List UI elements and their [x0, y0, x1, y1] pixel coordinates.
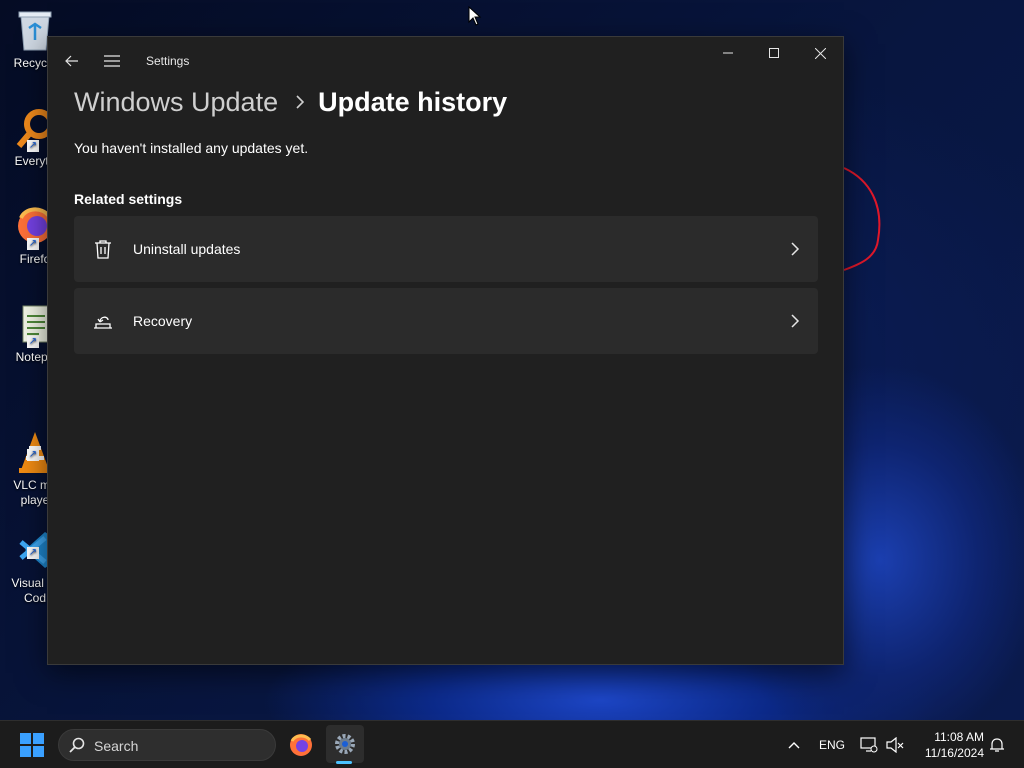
clock-time: 11:08 AM: [934, 730, 984, 744]
search-icon: [69, 737, 85, 753]
language-indicator[interactable]: ENG: [819, 738, 845, 752]
trash-icon: [95, 240, 111, 259]
shortcut-arrow-icon: ↗: [27, 238, 39, 250]
empty-history-message: You haven't installed any updates yet.: [74, 140, 309, 156]
maximize-button[interactable]: [751, 37, 797, 69]
shortcut-arrow-icon: ↗: [27, 547, 39, 559]
desktop-icon-label: Firefo: [19, 252, 51, 266]
uninstall-updates-card[interactable]: Uninstall updates: [74, 216, 818, 282]
shortcut-arrow-icon: ↗: [27, 336, 39, 348]
recovery-label: Recovery: [133, 313, 193, 329]
back-arrow-icon: [65, 55, 78, 67]
back-button[interactable]: [56, 45, 88, 77]
navigation-menu-button[interactable]: [96, 45, 128, 77]
search-placeholder: Search: [94, 738, 139, 754]
show-hidden-icons-button[interactable]: [784, 735, 804, 755]
network-button[interactable]: [858, 734, 880, 756]
bell-icon: [990, 738, 1004, 752]
close-icon: [814, 47, 826, 59]
settings-window: Settings Windows Update Update history Y…: [47, 36, 844, 665]
minimize-button[interactable]: [705, 37, 751, 69]
gear-icon: [335, 734, 355, 754]
minimize-icon: [723, 52, 733, 54]
maximize-icon: [769, 48, 779, 58]
shortcut-arrow-icon: ↗: [27, 140, 39, 152]
taskbar-settings-button[interactable]: [326, 725, 364, 763]
shortcut-arrow-icon: ↗: [27, 449, 39, 461]
breadcrumb: Windows Update Update history: [74, 83, 507, 121]
breadcrumb-parent-link[interactable]: Windows Update: [74, 87, 278, 118]
taskbar-firefox-button[interactable]: [284, 729, 318, 761]
notifications-button[interactable]: [986, 734, 1008, 756]
clock[interactable]: 11:08 AM 11/16/2024: [914, 729, 984, 761]
close-button[interactable]: [797, 37, 843, 69]
clock-date: 11/16/2024: [924, 746, 984, 760]
volume-muted-icon: [886, 737, 904, 753]
title-bar[interactable]: Settings: [48, 37, 843, 83]
related-settings-heading: Related settings: [74, 191, 183, 207]
hamburger-menu-icon: [104, 55, 120, 67]
firefox-icon: [290, 734, 312, 756]
taskbar: Search ENG 11:08 AM 11/16/2024: [0, 720, 1024, 768]
mouse-cursor-icon: [468, 6, 482, 26]
chevron-right-icon: [791, 314, 800, 328]
red-annotation-mark: [843, 167, 881, 271]
chevron-up-icon: [788, 742, 800, 749]
recovery-icon: [94, 316, 112, 329]
volume-button[interactable]: [884, 734, 906, 756]
network-disconnected-icon: [860, 737, 878, 753]
windows-logo-icon: [20, 733, 44, 757]
chevron-right-icon: [791, 242, 800, 256]
uninstall-updates-label: Uninstall updates: [133, 241, 241, 257]
taskbar-search-box[interactable]: Search: [58, 729, 276, 761]
start-button[interactable]: [16, 729, 48, 761]
app-title: Settings: [146, 54, 190, 68]
page-title: Update history: [318, 86, 508, 117]
recovery-card[interactable]: Recovery: [74, 288, 818, 354]
breadcrumb-chevron-icon: [296, 95, 305, 109]
active-app-indicator: [336, 761, 352, 764]
